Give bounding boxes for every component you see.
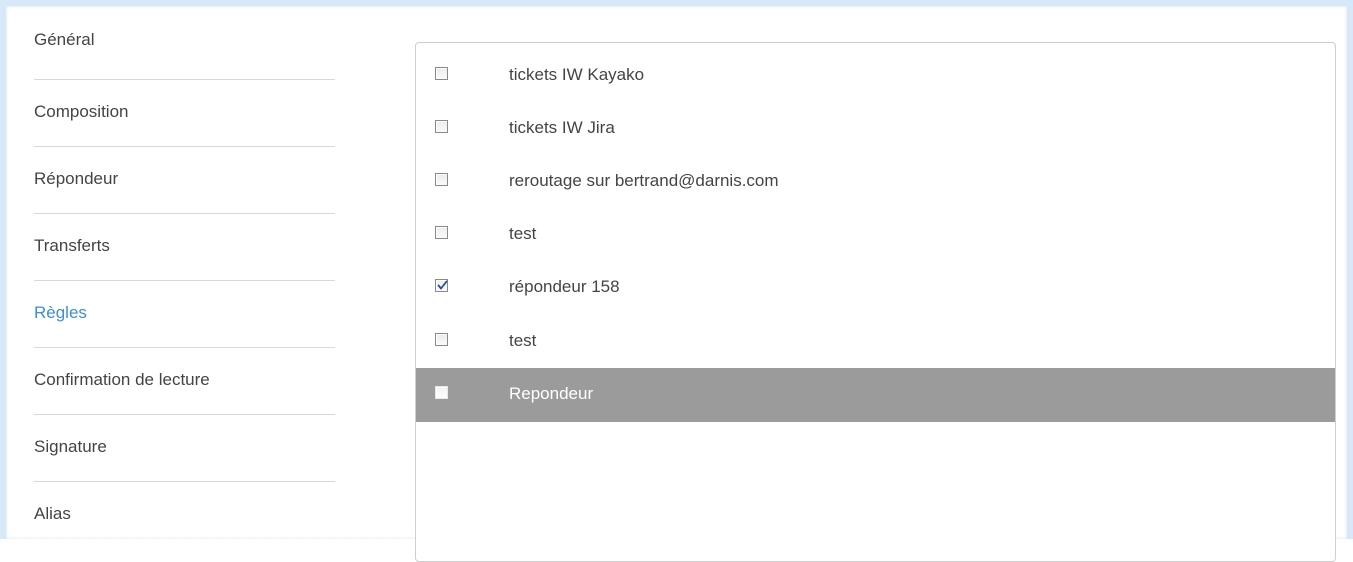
- rule-checkbox[interactable]: [435, 279, 448, 292]
- rule-checkbox[interactable]: [435, 120, 448, 133]
- sidebar-item-label: Signature: [34, 437, 107, 456]
- sidebar-item-label: Règles: [34, 303, 87, 322]
- rule-label: tickets IW Kayako: [509, 65, 645, 84]
- rules-list: tickets IW Kayako tickets IW Jira rerout…: [415, 42, 1336, 562]
- sidebar-item-regles[interactable]: Règles: [34, 281, 335, 348]
- settings-window: Général Composition Répondeur Transferts…: [0, 0, 1353, 562]
- rule-label: Repondeur: [509, 384, 594, 403]
- rule-checkbox[interactable]: [435, 226, 448, 239]
- sidebar-item-transferts[interactable]: Transferts: [34, 214, 335, 281]
- rule-checkbox[interactable]: [435, 173, 448, 186]
- rule-label: tickets IW Jira: [509, 118, 615, 137]
- sidebar-item-label: Composition: [34, 102, 129, 121]
- rule-checkbox[interactable]: [435, 386, 448, 399]
- sidebar-item-label: Répondeur: [34, 169, 119, 188]
- sidebar-item-confirmation-de-lecture[interactable]: Confirmation de lecture: [34, 348, 335, 415]
- sidebar-item-repondeur[interactable]: Répondeur: [34, 147, 335, 214]
- rule-row[interactable]: répondeur 158: [416, 261, 1335, 315]
- rule-checkbox[interactable]: [435, 67, 448, 80]
- checkmark-icon: [437, 280, 448, 290]
- rule-label: répondeur 158: [509, 277, 620, 296]
- settings-sidebar: Général Composition Répondeur Transferts…: [34, 14, 335, 549]
- rule-row[interactable]: test: [416, 208, 1335, 262]
- sidebar-item-composition[interactable]: Composition: [34, 80, 335, 147]
- rule-checkbox[interactable]: [435, 333, 448, 346]
- rule-label: reroutage sur bertrand@darnis.com: [509, 171, 779, 190]
- sidebar-item-signature[interactable]: Signature: [34, 415, 335, 482]
- sidebar-item-label: Confirmation de lecture: [34, 370, 210, 389]
- sidebar-item-general[interactable]: Général: [34, 14, 335, 80]
- rule-label: test: [509, 331, 537, 350]
- rule-row-selected[interactable]: Repondeur: [416, 368, 1335, 422]
- rule-row[interactable]: test: [416, 315, 1335, 369]
- rule-row[interactable]: tickets IW Jira: [416, 102, 1335, 156]
- sidebar-item-label: Transferts: [34, 236, 110, 255]
- sidebar-item-label: Général: [34, 30, 95, 49]
- sidebar-item-label: Alias: [34, 504, 71, 523]
- rule-row[interactable]: tickets IW Kayako: [416, 49, 1335, 103]
- rule-row[interactable]: reroutage sur bertrand@darnis.com: [416, 155, 1335, 209]
- rule-label: test: [509, 224, 537, 243]
